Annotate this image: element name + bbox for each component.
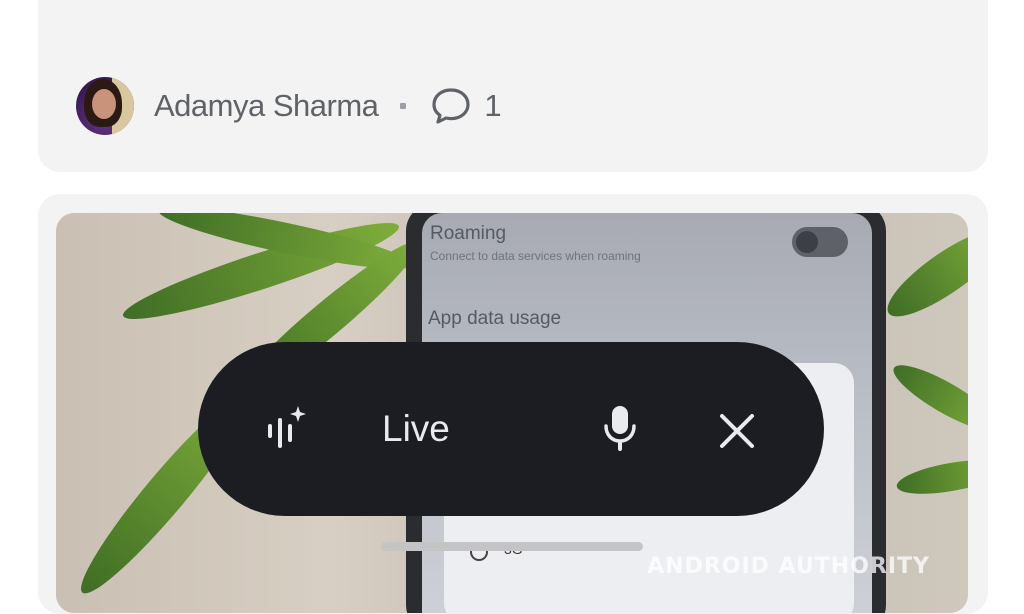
roaming-toggle: [792, 227, 848, 257]
gesture-home-bar[interactable]: [381, 542, 643, 551]
author-row: Adamya Sharma 1: [76, 76, 502, 136]
microphone-icon[interactable]: [600, 404, 640, 454]
comment-bubble-icon[interactable]: [430, 85, 472, 127]
watermark: ANDROID AUTHORITY: [647, 554, 930, 579]
roaming-sublabel: Connect to data services when roaming: [430, 249, 641, 263]
author-name[interactable]: Adamya Sharma: [154, 88, 379, 124]
author-avatar[interactable]: [76, 77, 134, 135]
comment-count[interactable]: 1: [484, 88, 501, 124]
app-data-usage-label: App data usage: [428, 308, 562, 329]
plant-leaf: [894, 453, 968, 501]
close-icon[interactable]: [716, 410, 758, 452]
gemini-live-sparkle-icon: [268, 406, 306, 448]
live-label: Live: [382, 408, 450, 449]
dot-separator: [400, 103, 407, 109]
plant-leaf: [886, 355, 968, 441]
roaming-label: Roaming: [430, 223, 507, 244]
gemini-live-bar[interactable]: Live: [198, 342, 824, 516]
plant-leaf: [877, 216, 968, 330]
